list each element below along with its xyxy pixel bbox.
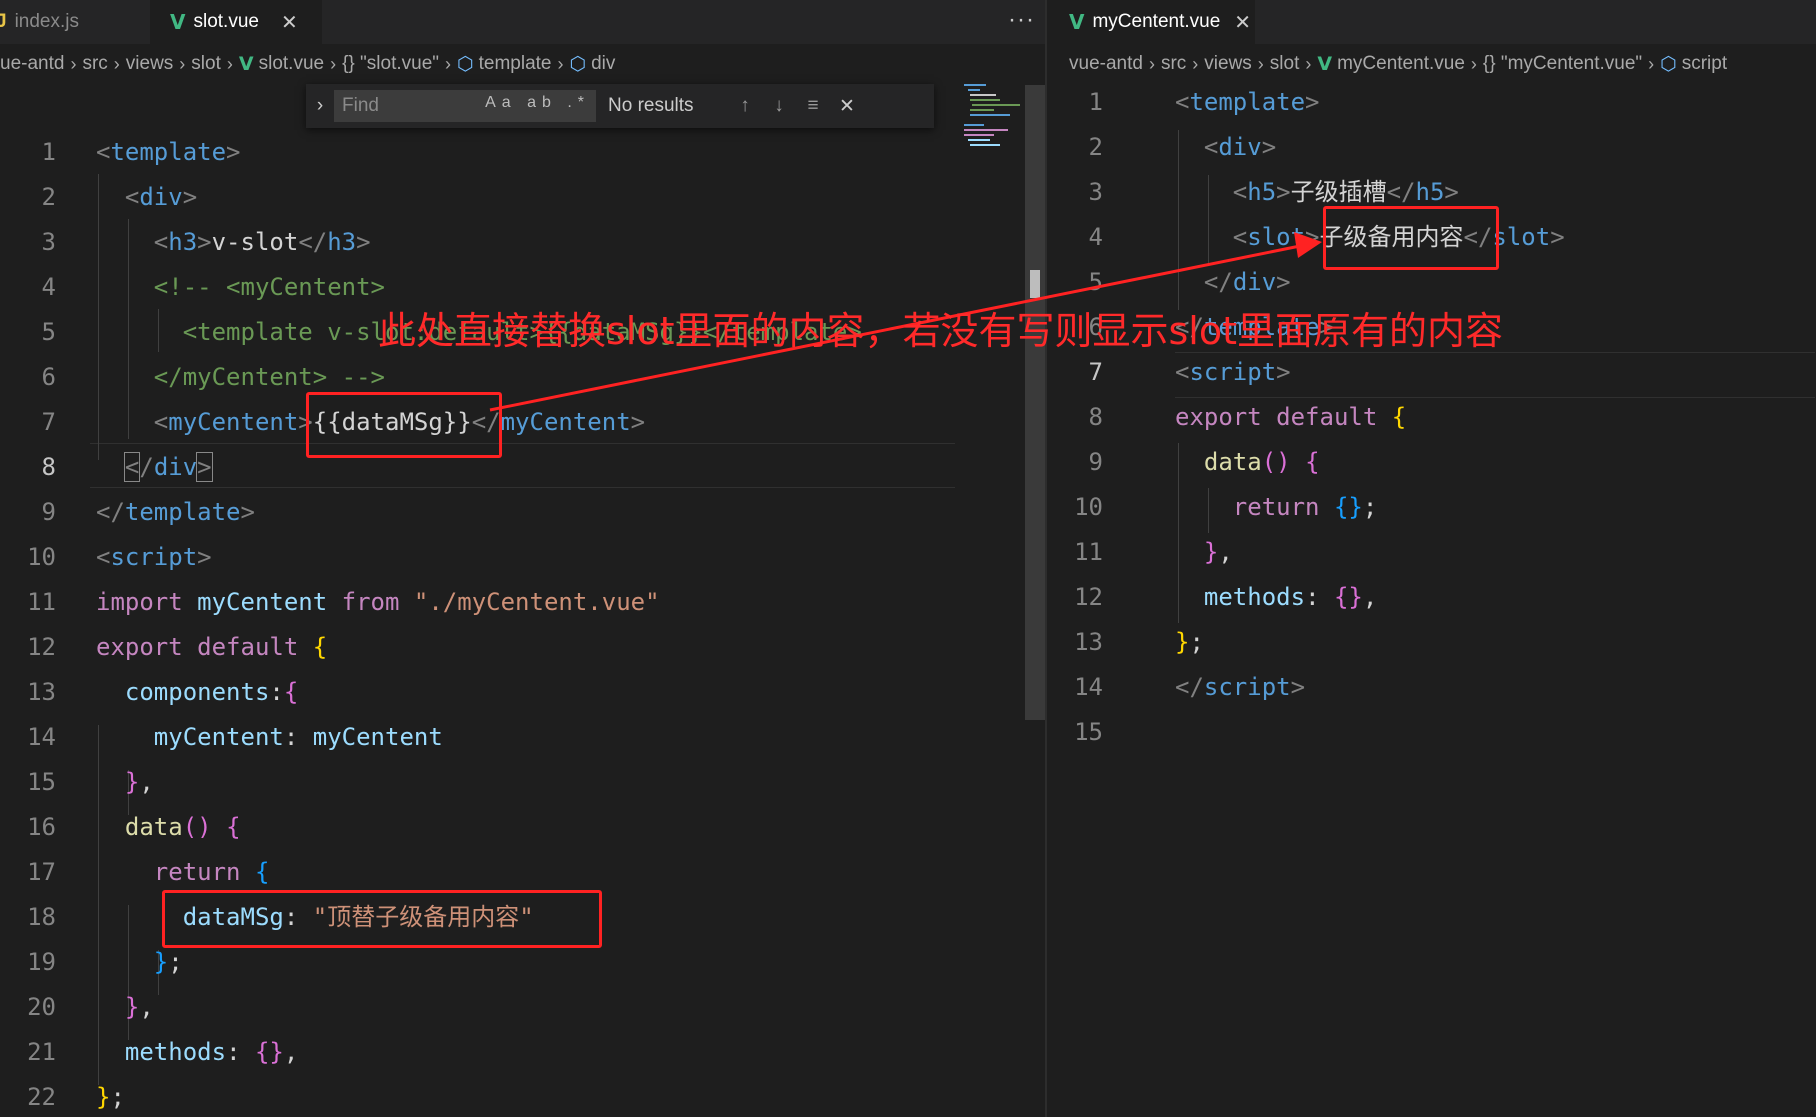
annotation-text: 此处直接替换slot里面的内容，若没有写则显示slot里面原有的内容 bbox=[378, 309, 1504, 353]
annotation-arrow bbox=[489, 232, 1322, 412]
